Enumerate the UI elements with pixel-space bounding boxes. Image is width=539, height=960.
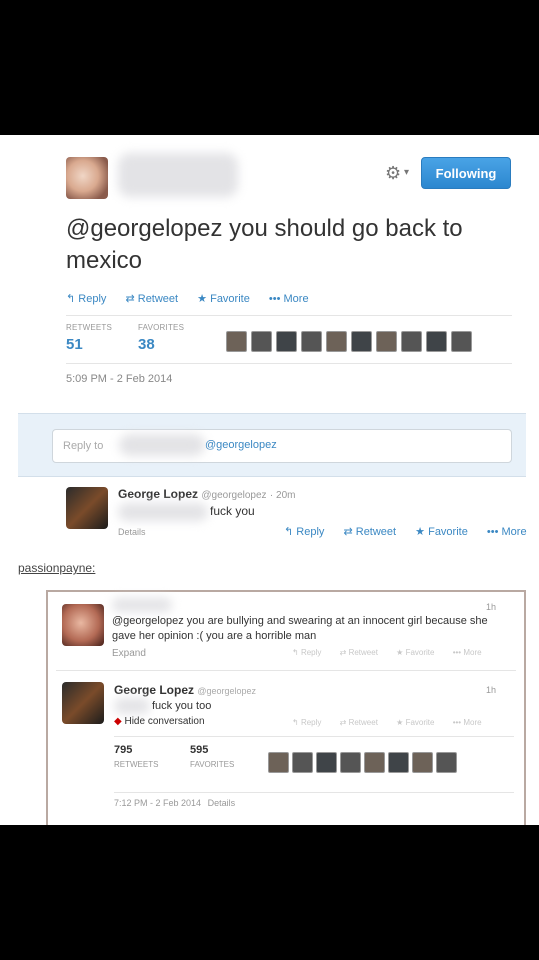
gear-icon[interactable]: ⚙ [385,163,401,184]
favoriters-avatars [268,752,457,773]
reply-handle: @georgelopez [205,439,277,451]
divider [66,363,512,364]
retweet-action[interactable]: ⇄ Retweet [340,648,386,657]
avatar[interactable] [276,331,297,352]
faded-actions: ↰ Reply ⇄ Retweet ★ Favorite ••• More [292,718,498,727]
tweet-timestamp[interactable]: 5:09 PM - 2 Feb 2014 [66,373,172,385]
reply1-actions: ↰ Reply ⇄ Retweet ★ Favorite ••• More [284,525,539,538]
tweet-text: @georgelopez you should go back to mexic… [66,215,463,274]
reply2-text: fuck you too [152,700,212,712]
favoriters-avatars [226,331,472,352]
favorite-action[interactable]: ★ Favorite [415,526,476,538]
retweet-action[interactable]: ⇄ Retweet [340,718,386,727]
avatar[interactable] [351,331,372,352]
favorites-label: FAVORITES [138,323,185,332]
more-action[interactable]: ••• More [453,718,490,727]
reblogged-image: 1h @georgelopez you are bullying and swe… [46,590,526,825]
avatar[interactable] [401,331,422,352]
divider [56,670,516,671]
avatar[interactable] [364,752,385,773]
avatar[interactable] [326,331,347,352]
avatar[interactable] [388,752,409,773]
tweet-age[interactable]: · 20m [270,490,296,501]
retweets-count[interactable]: 51 [66,336,83,353]
reblog-username[interactable]: passionpayne: [18,561,95,575]
avatar[interactable] [226,331,247,352]
details-link[interactable]: Details [208,798,236,808]
reply-input[interactable]: Reply to @georgelopez [52,429,512,463]
reply-action[interactable]: ↰ Reply [284,526,332,538]
author-name[interactable]: George Lopez [114,683,194,697]
george-lopez-avatar[interactable] [62,682,104,724]
blurred-mention [118,503,208,521]
more-action[interactable]: ••• More [269,293,317,305]
favorites-count[interactable]: 38 [138,336,155,353]
tweet-text: @georgelopez you are bullying and sweari… [112,615,488,642]
user-avatar[interactable] [66,157,108,199]
reply-action[interactable]: ↰ Reply [292,718,329,727]
hide-icon: ◆ [114,716,122,727]
tweet-actions: ↰ Reply ⇄ Retweet ★ Favorite ••• More [66,292,325,305]
following-button[interactable]: Following [421,157,511,189]
retweet-action[interactable]: ⇄ Retweet [125,293,186,305]
avatar[interactable] [376,331,397,352]
avatar[interactable] [301,331,322,352]
reply1-text: fuck you [210,504,255,518]
user-avatar[interactable] [62,604,104,646]
chevron-down-icon[interactable]: ▾ [404,167,409,178]
divider [66,315,512,316]
avatar[interactable] [268,752,289,773]
avatar[interactable] [426,331,447,352]
avatar[interactable] [340,752,361,773]
author-handle[interactable]: @georgelopez [197,686,256,696]
retweets-count[interactable]: 795 [114,744,132,756]
favorites-label: FAVORITES [190,760,235,769]
avatar[interactable] [436,752,457,773]
avatar[interactable] [292,752,313,773]
tweet-timestamp[interactable]: 7:12 PM - 2 Feb 2014 [114,798,201,808]
tweet-time: 1h [486,685,497,695]
reply2-header: George Lopez @georgelopez [114,683,256,697]
favorites-count[interactable]: 595 [190,744,208,756]
blurred-handle [119,434,205,456]
avatar[interactable] [412,752,433,773]
blurred-username [118,153,238,197]
tweet-footer: 7:12 PM - 2 Feb 2014 Details [114,798,235,808]
avatar[interactable] [316,752,337,773]
more-action[interactable]: ••• More [453,648,490,657]
divider [114,792,514,793]
reply-action[interactable]: ↰ Reply [66,293,114,305]
retweets-label: RETWEETS [114,760,159,769]
hide-conversation[interactable]: ◆ Hide conversation [114,716,205,727]
faded-actions: ↰ Reply ⇄ Retweet ★ Favorite ••• More [292,648,498,657]
details-link[interactable]: Details [118,527,146,537]
favorite-action[interactable]: ★ Favorite [197,293,258,305]
favorite-action[interactable]: ★ Favorite [396,718,442,727]
avatar[interactable] [251,331,272,352]
divider [114,736,514,737]
blurred-username [112,598,172,612]
favorite-action[interactable]: ★ Favorite [396,648,442,657]
george-lopez-avatar[interactable] [66,487,108,529]
reply-action[interactable]: ↰ Reply [292,648,329,657]
blurred-mention [114,698,150,714]
avatar[interactable] [451,331,472,352]
more-action[interactable]: ••• More [487,526,535,538]
expand-link[interactable]: Expand [112,648,146,659]
retweets-label: RETWEETS [66,323,113,332]
author-handle[interactable]: @georgelopez [201,490,266,501]
author-name[interactable]: George Lopez [118,487,198,501]
retweet-action[interactable]: ⇄ Retweet [343,526,404,538]
screenshot-content: ⚙ ▾ Following @georgelopez you should go… [0,135,539,825]
tweet-time: 1h [486,602,497,612]
reply-placeholder: Reply to [63,440,104,452]
reply1-header: George Lopez @georgelopez · 20m [118,487,295,501]
